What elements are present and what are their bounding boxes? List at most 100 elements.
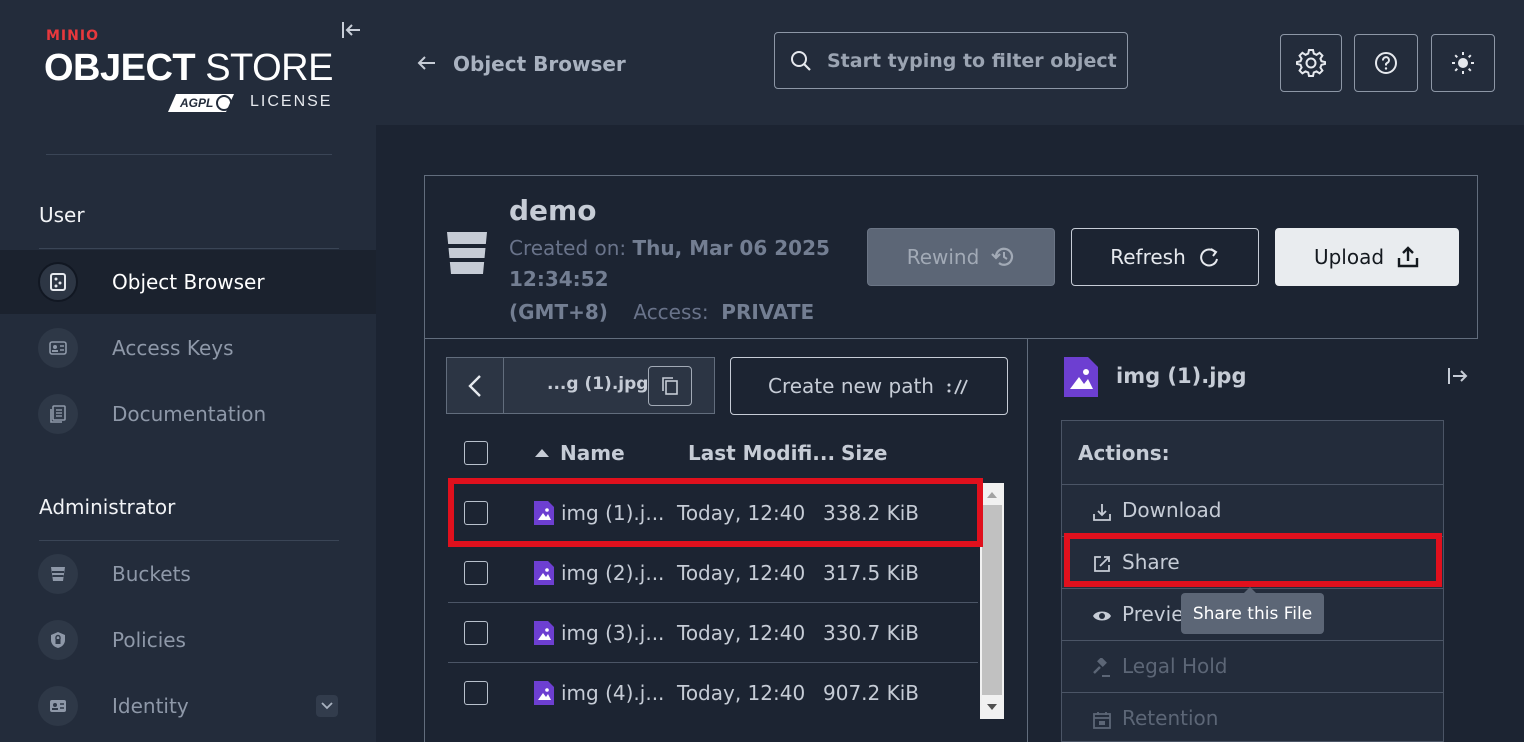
action-retention: Retention	[1062, 692, 1443, 742]
sidebar-item-identity[interactable]: Identity	[0, 674, 376, 738]
object-browser-icon	[38, 262, 78, 302]
share-tooltip: Share this File	[1181, 587, 1324, 634]
row-checkbox[interactable]	[464, 681, 488, 705]
file-size: 317.5 KiB	[823, 561, 920, 585]
created-time: 12:34:52	[509, 267, 609, 291]
created-timezone-access: (GMT+8) Access: PRIVATE	[509, 300, 815, 324]
action-download[interactable]: Download	[1062, 484, 1443, 536]
license-label: LICENSE	[250, 93, 333, 110]
search-input[interactable]	[827, 47, 1117, 75]
retention-icon	[1093, 712, 1111, 729]
svg-text:AGPL: AGPL	[179, 96, 213, 110]
refresh-label: Refresh	[1110, 245, 1186, 269]
help-button[interactable]	[1354, 34, 1418, 92]
actions-title: Actions:	[1078, 441, 1170, 465]
access-keys-icon	[38, 328, 78, 368]
page-title: Object Browser	[453, 52, 626, 76]
section-divider	[39, 248, 339, 249]
brand-title: OBJECT STORE	[44, 47, 333, 89]
sidebar-item-label: Object Browser	[112, 270, 265, 294]
agpl-logo: AGPL	[168, 94, 234, 112]
row-checkbox[interactable]	[464, 621, 488, 645]
copy-icon	[662, 377, 678, 395]
path-back-button[interactable]	[447, 358, 504, 413]
file-modified: Today, 12:40	[677, 681, 806, 705]
section-administrator: Administrator	[39, 495, 176, 519]
search-box[interactable]	[774, 32, 1128, 89]
theme-toggle-button[interactable]	[1431, 34, 1495, 92]
section-divider	[39, 540, 339, 541]
highlight-box-row	[448, 478, 983, 547]
action-label: Previe	[1122, 602, 1184, 626]
file-size: 330.7 KiB	[823, 621, 920, 645]
bucket-icon	[447, 232, 487, 274]
upload-label: Upload	[1313, 245, 1385, 269]
gear-icon	[1296, 49, 1326, 77]
section-user: User	[39, 203, 85, 227]
sidebar-item-object-browser[interactable]: Object Browser	[0, 250, 376, 314]
documentation-icon	[38, 394, 78, 434]
file-size: 907.2 KiB	[823, 681, 920, 705]
identity-icon	[38, 686, 78, 726]
refresh-button[interactable]: Refresh	[1071, 228, 1259, 286]
sidebar-item-label: Documentation	[112, 402, 267, 426]
scroll-down-icon[interactable]	[986, 703, 998, 711]
path-breadcrumb: ...g (1).jpg	[446, 357, 715, 414]
search-icon	[791, 51, 811, 71]
minio-logo: MINIO OBJECT STORE AGPL LICENSE	[44, 28, 344, 118]
file-name: img (2).j...	[561, 561, 665, 585]
created-on: Created on: Thu, Mar 06 2025	[509, 236, 830, 260]
sidebar-item-buckets[interactable]: Buckets	[0, 542, 376, 606]
chevron-down-icon[interactable]	[316, 695, 338, 717]
bucket-name: demo	[509, 194, 597, 227]
download-icon	[1093, 504, 1111, 521]
copy-path-button[interactable]	[648, 366, 692, 406]
create-path-label: Create new path	[768, 374, 934, 398]
selected-file-name: img (1).jpg	[1116, 364, 1247, 388]
scrollbar-thumb[interactable]	[982, 505, 1002, 695]
back-arrow-icon[interactable]	[416, 52, 438, 74]
scroll-up-icon[interactable]	[986, 491, 998, 499]
chevron-left-icon	[468, 374, 481, 397]
sidebar-divider	[46, 154, 332, 155]
settings-button[interactable]	[1280, 34, 1342, 92]
column-header-last-modified[interactable]: Last Modifi...	[688, 441, 835, 465]
column-header-name[interactable]: Name	[560, 441, 625, 465]
rewind-label: Rewind	[906, 245, 980, 269]
table-row[interactable]: img (2).j... Today, 12:40 317.5 KiB	[448, 543, 978, 603]
brand-small: MINIO	[46, 28, 99, 44]
column-header-size[interactable]: Size	[841, 441, 887, 465]
sidebar-item-label: Buckets	[112, 562, 191, 586]
action-label: Retention	[1122, 706, 1219, 730]
create-new-path-button[interactable]: Create new path	[730, 357, 1008, 415]
upload-button[interactable]: Upload	[1275, 228, 1459, 286]
table-row[interactable]: img (3).j... Today, 12:40 330.7 KiB	[448, 603, 978, 663]
file-name: img (3).j...	[561, 621, 665, 645]
select-all-checkbox[interactable]	[464, 441, 488, 465]
upload-icon	[1397, 246, 1419, 268]
bucket-icon	[38, 554, 78, 594]
file-modified: Today, 12:40	[677, 621, 806, 645]
highlight-box-share	[1064, 533, 1442, 587]
sidebar-item-access-keys[interactable]: Access Keys	[0, 316, 376, 380]
list-scrollbar[interactable]	[980, 483, 1004, 719]
sidebar-item-label: Policies	[112, 628, 186, 652]
image-file-icon	[534, 681, 554, 705]
file-modified: Today, 12:40	[677, 561, 806, 585]
sidebar: MINIO OBJECT STORE AGPL LICENSE User Obj…	[0, 0, 376, 742]
table-row[interactable]: img (4).j... Today, 12:40 907.2 KiB	[448, 663, 978, 723]
image-file-icon	[1064, 357, 1098, 397]
collapse-sidebar-icon[interactable]	[340, 20, 362, 40]
sidebar-item-label: Access Keys	[112, 336, 234, 360]
action-label: Legal Hold	[1122, 654, 1228, 678]
action-legal-hold: Legal Hold	[1062, 640, 1443, 692]
sort-ascending-icon[interactable]	[534, 448, 550, 458]
rewind-button[interactable]: Rewind	[867, 228, 1055, 286]
sidebar-item-label: Identity	[112, 694, 189, 718]
new-path-icon	[947, 379, 968, 395]
gavel-icon	[1093, 658, 1110, 677]
close-panel-icon[interactable]	[1446, 366, 1468, 386]
sidebar-item-policies[interactable]: Policies	[0, 608, 376, 672]
sidebar-item-documentation[interactable]: Documentation	[0, 382, 376, 446]
row-checkbox[interactable]	[464, 561, 488, 585]
